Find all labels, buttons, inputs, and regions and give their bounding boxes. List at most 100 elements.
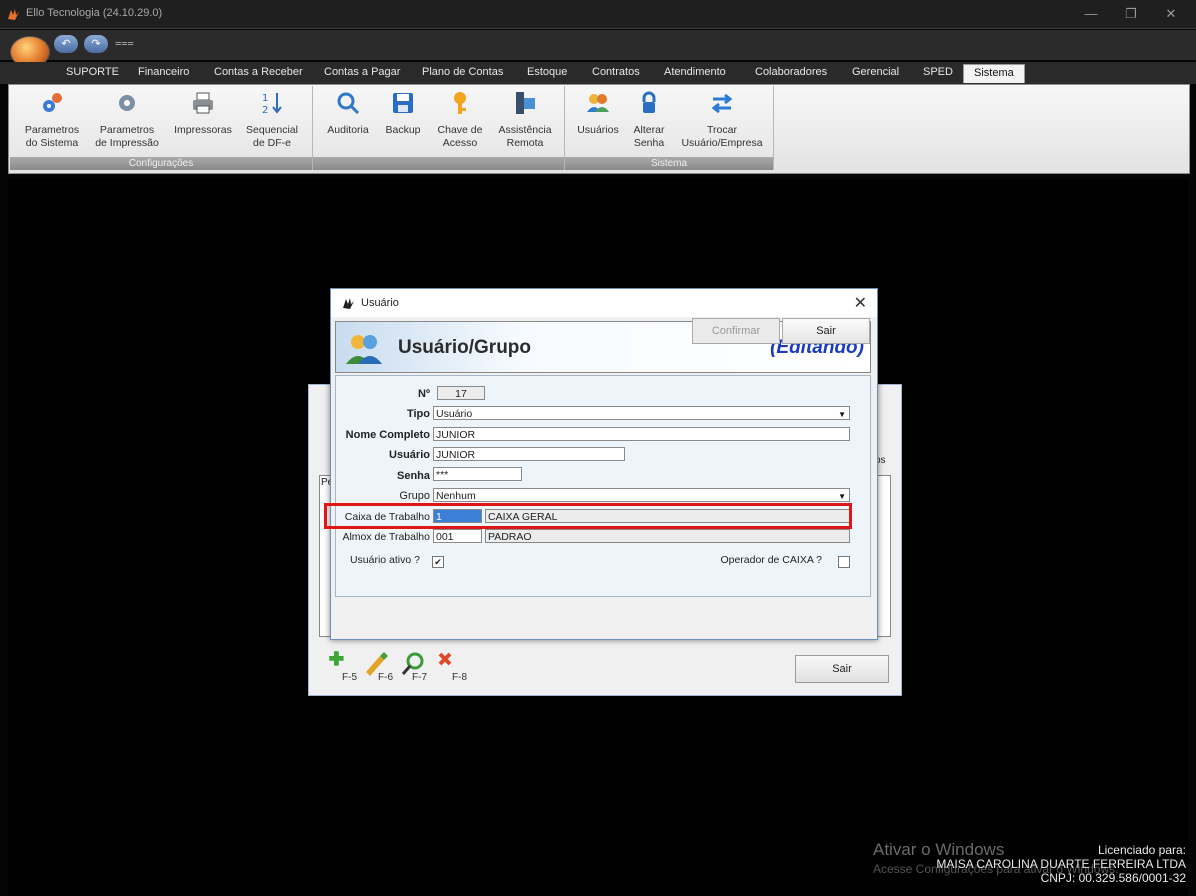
senha-input[interactable]: *** [433,467,522,481]
f7-key-label: F-7 [412,672,427,683]
tab-contratos[interactable]: Contratos [592,66,640,78]
chevron-down-icon[interactable]: ▼ [838,490,846,501]
almox-code-input[interactable]: 001 [433,529,482,543]
tab-sped[interactable]: SPED [923,66,953,78]
users-icon [346,335,382,364]
button-label: Usuário/Empresa [681,137,763,149]
button-label: Acesso [442,137,478,149]
button-label: Auditoria [327,124,369,136]
nome-completo-input[interactable]: JUNIOR [433,427,850,441]
dialog-close-button[interactable]: ✕ [854,293,867,313]
backup-button[interactable]: Backup [380,90,426,137]
ribbon-tabs: SUPORTE Financeiro Contas a Receber Cont… [0,62,1196,84]
numero-label: Nº [418,388,430,400]
button-label: Trocar [707,124,737,136]
group-label: Sistema [565,157,773,170]
button-label: Parametros [24,124,80,136]
button-label: Senha [633,137,665,149]
grupo-label: Grupo [399,490,430,502]
tab-gerencial[interactable]: Gerencial [852,66,899,78]
minimize-button[interactable]: — [1074,4,1108,24]
parametros-impressao-button[interactable]: Parametros de Impressão [90,90,164,150]
magnifier-icon [337,92,360,115]
almox-name-field: PADRAO [485,529,850,543]
assistencia-remota-button[interactable]: Assistência Remota [494,90,556,150]
dialog-title: Usuário [361,297,399,309]
operador-caixa-label: Operador de CAIXA ? [720,554,822,566]
tab-contas-a-pagar[interactable]: Contas a Pagar [324,66,400,78]
tab-atendimento[interactable]: Atendimento [664,66,726,78]
tab-estoque[interactable]: Estoque [527,66,567,78]
usuarios-button[interactable]: Usuários [572,90,624,137]
tab-colaboradores[interactable]: Colaboradores [755,66,827,78]
key-icon [454,92,466,114]
auditoria-button[interactable]: Auditoria [320,90,376,137]
f6-key-label: F-6 [378,672,393,683]
redo-button[interactable]: ↷ [84,35,108,53]
f5-key-label: F-5 [342,672,357,683]
alterar-senha-button[interactable]: Alterar Senha [628,90,670,150]
grupo-value: Nenhum [436,490,476,502]
confirm-button[interactable]: Confirmar [692,318,780,344]
exit-button[interactable]: Sair [782,318,870,344]
button-label: de Impressão [95,137,159,149]
tab-suporte[interactable]: SUPORTE [66,66,119,78]
tab-sistema[interactable]: Sistema [963,64,1025,83]
sequencial-dfe-button[interactable]: 12 Sequencial de DF-e [240,90,304,150]
app-hand-icon [8,9,19,20]
usuario-ativo-checkbox[interactable]: ✔ [432,556,444,568]
button-label: Parametros [99,124,155,136]
button-label: Alterar [633,124,665,136]
restore-button[interactable]: ❐ [1114,4,1148,24]
tab-financeiro[interactable]: Financeiro [138,66,189,78]
usuario-input[interactable]: JUNIOR [433,447,625,461]
numero-field: 17 [437,386,485,400]
button-label: Assistência [498,124,552,136]
button-label: Sequencial [246,124,298,136]
chave-acesso-button[interactable]: Chave de Acesso [430,90,490,150]
padlock-icon [642,91,656,113]
license-label: Licenciado para: [1097,843,1186,857]
license-cnpj: CNPJ: 00.329.586/0001-32 [1040,871,1186,885]
grupo-select[interactable]: Nenhum ▼ [433,488,850,502]
almox-trabalho-label: Almox de Trabalho [342,531,430,543]
svg-text:1: 1 [262,93,268,104]
window-title: Ello Tecnologia (24.10.29.0) [26,7,163,19]
button-label: Backup [385,124,421,136]
highlight-box [324,503,852,529]
parametros-sistema-button[interactable]: Parametros do Sistema [20,90,84,150]
group-label: Configurações [10,157,312,170]
undo-button[interactable]: ↶ [54,35,78,53]
remote-computer-icon [516,92,535,114]
background-exit-button[interactable]: Sair [795,655,889,683]
usuario-ativo-label: Usuário ativo ? [349,554,420,566]
settings-gear-icon [119,95,135,111]
printer-icon [193,92,213,114]
senha-label: Senha [396,470,430,482]
floppy-disk-icon [393,93,413,113]
quick-access-toolbar [0,30,1196,60]
button-label: Impressoras [174,124,232,136]
close-button[interactable]: ✕ [1154,4,1188,24]
qat-customize-icon[interactable]: ⩶ [115,37,134,50]
license-company: MAISA CAROLINA DUARTE FERREIRA LTDA [936,857,1186,871]
banner-title: Usuário/Grupo [398,337,532,358]
tipo-value: Usuário [436,408,473,420]
dialog-title-bar: Usuário ✕ [331,289,877,317]
svg-text:2: 2 [262,105,268,116]
usuario-label: Usuário [389,449,430,461]
users-icon [587,94,609,112]
tipo-select[interactable]: Usuário ▼ [433,406,850,420]
tab-plano-de-contas[interactable]: Plano de Contas [422,66,503,78]
title-bar: Ello Tecnologia (24.10.29.0) — ❐ ✕ [0,0,1196,29]
group-label [313,157,564,170]
tipo-label: Tipo [406,408,430,420]
chevron-down-icon[interactable]: ▼ [838,408,846,419]
button-label: Usuários [577,124,619,136]
button-label: do Sistema [25,137,79,149]
gears-icon [43,93,62,112]
trocar-usuario-empresa-button[interactable]: Trocar Usuário/Empresa [676,90,768,150]
tab-contas-a-receber[interactable]: Contas a Receber [214,66,303,78]
impressoras-button[interactable]: Impressoras [170,90,236,137]
operador-caixa-checkbox[interactable] [838,556,850,568]
